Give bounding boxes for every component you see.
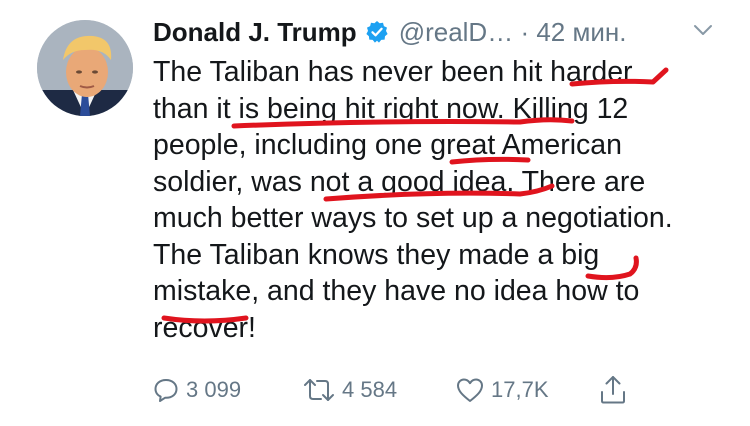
tweet-line: mistake, and they have no idea how to bbox=[153, 275, 640, 307]
like-count: 17,7K bbox=[491, 377, 549, 402]
tweet-line: people, including one great American bbox=[153, 129, 622, 161]
author-handle[interactable]: @realD… · 42 мин. bbox=[399, 17, 627, 48]
tweet-actions: 3 099 4 584 17,7K bbox=[0, 370, 750, 410]
like-button[interactable]: 17,7K bbox=[455, 370, 549, 410]
like-icon bbox=[457, 378, 483, 402]
retweet-count: 4 584 bbox=[342, 377, 398, 402]
verified-badge-icon bbox=[365, 20, 389, 44]
retweet-icon bbox=[304, 379, 334, 401]
avatar[interactable] bbox=[37, 20, 133, 116]
reply-button[interactable]: 3 099 bbox=[152, 370, 241, 410]
tweet-line: soldier, was not a good idea. There are bbox=[153, 165, 646, 198]
tweet-line: recover! bbox=[153, 311, 256, 344]
author-name[interactable]: Donald J. Trump bbox=[153, 17, 357, 48]
tweet-line: much better ways to set up a negotiation… bbox=[153, 202, 673, 234]
tweet-line: The Taliban knows they made a big bbox=[153, 238, 600, 271]
chevron-down-icon[interactable] bbox=[692, 22, 714, 38]
share-button[interactable] bbox=[598, 370, 634, 410]
handle-text: @realD… bbox=[398, 16, 514, 47]
tweet-header: Donald J. Trump @realD… · 42 мин. bbox=[153, 14, 626, 50]
reply-icon bbox=[154, 379, 178, 402]
reply-count: 3 099 bbox=[186, 377, 242, 402]
tweet-line: The Taliban has never been hit harder bbox=[153, 56, 633, 88]
share-icon bbox=[601, 376, 625, 404]
retweet-button[interactable]: 4 584 bbox=[302, 370, 397, 410]
tweet-text: The Taliban has never been hit harder th… bbox=[153, 54, 733, 346]
avatar-image bbox=[37, 20, 133, 116]
tweet-line: than it is being hit right now. Killing … bbox=[153, 92, 629, 125]
tweet-time[interactable]: · 42 мин. bbox=[520, 17, 626, 47]
